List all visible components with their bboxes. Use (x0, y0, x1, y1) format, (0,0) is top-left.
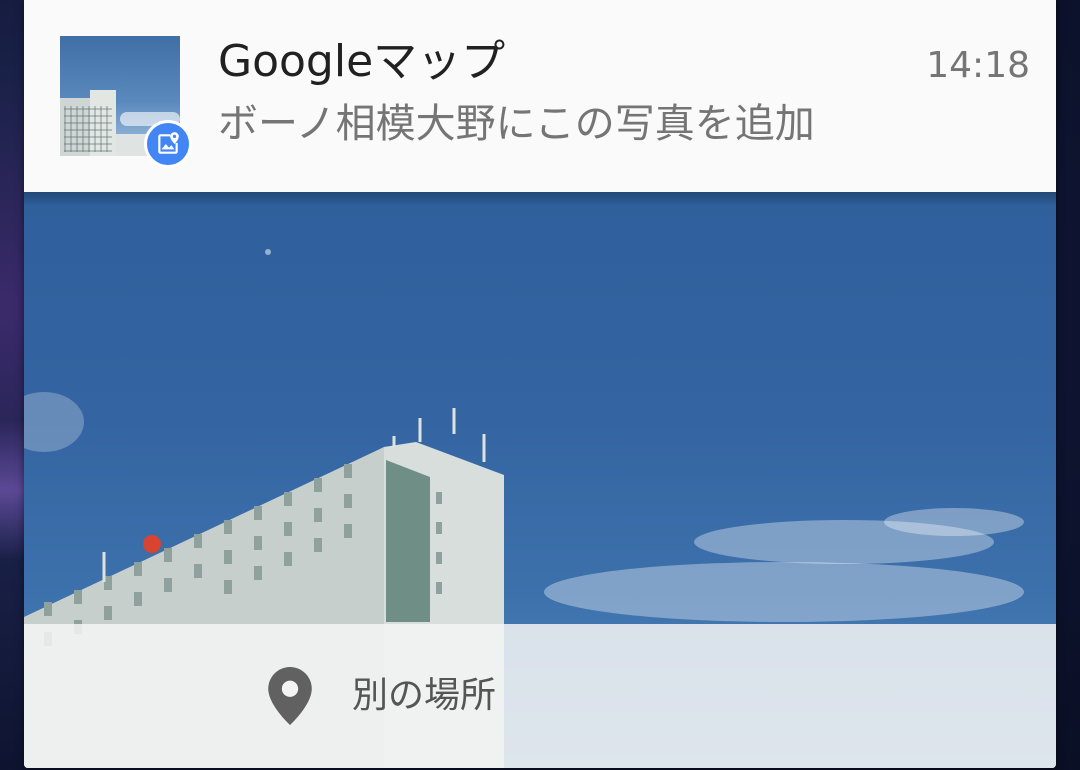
map-pin-icon (268, 667, 312, 725)
sky-speck (265, 249, 271, 255)
notification-time: 14:18 (926, 45, 1030, 86)
action-bar: 別の場所 (24, 624, 1056, 768)
app-name: Googleマップ (218, 36, 506, 87)
photo-preview[interactable]: 別の場所 (24, 192, 1056, 768)
cloud-wisp-2 (884, 508, 1024, 536)
thumbnail-building-windows (64, 106, 112, 152)
wallpaper-streak (0, 420, 24, 560)
notification-message: ボーノ相模大野にこの写真を追加 (218, 101, 815, 147)
maps-add-photo-icon (144, 120, 192, 168)
notification-header[interactable]: Googleマップ 14:18 ボーノ相模大野にこの写真を追加 (24, 0, 1056, 192)
other-location-label: 別の場所 (352, 675, 497, 716)
notification-card[interactable]: Googleマップ 14:18 ボーノ相模大野にこの写真を追加 別の場所 (24, 0, 1056, 768)
rooftop-ornament (143, 535, 161, 553)
cloud-bank (544, 562, 1024, 622)
cloud-left (24, 392, 84, 452)
building-glass (386, 460, 430, 622)
header-shadow (24, 192, 1056, 206)
other-location-button[interactable]: 別の場所 (248, 652, 516, 740)
